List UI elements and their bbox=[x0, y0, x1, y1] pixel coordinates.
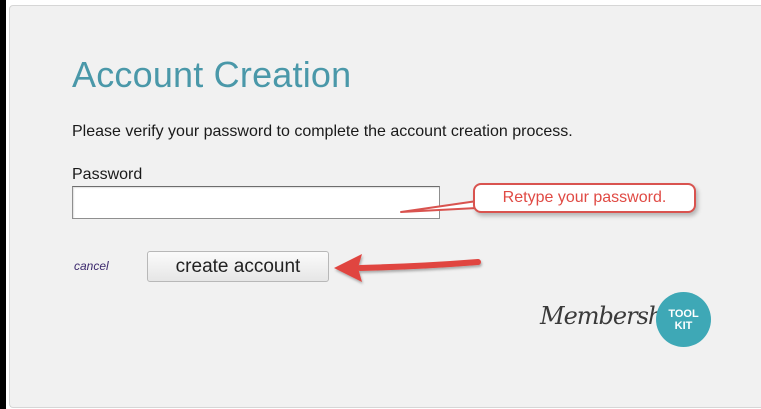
password-label: Password bbox=[72, 166, 143, 183]
logo-badge-line1: TOOL bbox=[668, 307, 699, 320]
password-input[interactable] bbox=[72, 186, 440, 219]
create-account-button[interactable]: create account bbox=[147, 251, 329, 282]
cancel-link[interactable]: cancel bbox=[74, 259, 109, 273]
retype-password-callout: Retype your password. bbox=[473, 183, 696, 213]
membership-toolkit-logo: Membership TOOL KIT bbox=[536, 292, 716, 347]
window-edge bbox=[0, 0, 6, 409]
page-title: Account Creation bbox=[72, 54, 352, 95]
logo-badge: TOOL KIT bbox=[656, 292, 711, 347]
logo-badge-line2: KIT bbox=[674, 319, 693, 332]
instruction-text: Please verify your password to complete … bbox=[72, 123, 573, 140]
